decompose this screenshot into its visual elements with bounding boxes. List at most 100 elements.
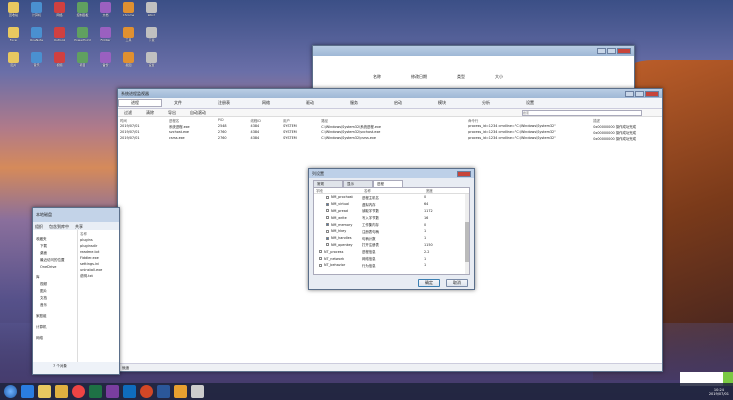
desktop-icon[interactable]: 工具 — [117, 27, 140, 52]
include-library-button[interactable]: 包含到库中 — [49, 224, 69, 229]
desktop-icon[interactable]: PowerPoint — [71, 27, 94, 52]
minimize-button[interactable] — [597, 48, 606, 54]
start-button[interactable] — [4, 385, 17, 398]
checkbox[interactable] — [326, 229, 329, 233]
nav-item[interactable]: 视频 — [33, 281, 77, 288]
address-bar[interactable]: 本地磁盘 — [33, 208, 119, 222]
checkbox[interactable] — [326, 223, 329, 227]
maximize-button[interactable] — [635, 90, 644, 97]
dialog-app-icon[interactable] — [191, 385, 204, 398]
checkbox[interactable] — [326, 236, 329, 240]
outlook-icon[interactable] — [123, 385, 136, 398]
powerpoint-icon[interactable] — [140, 385, 153, 398]
desktop-icon[interactable]: Outlook — [48, 27, 71, 52]
tab-1[interactable]: 文件 — [162, 100, 206, 106]
tab-7[interactable]: 模块 — [426, 100, 470, 106]
checkbox[interactable] — [319, 257, 322, 261]
nav-item[interactable]: 家庭组 — [33, 313, 77, 320]
clear-button[interactable]: 清除 — [146, 110, 154, 116]
nav-item[interactable]: 收藏夹 — [33, 236, 77, 243]
desktop-icon[interactable]: 控制面板 — [71, 2, 94, 27]
field-row[interactable]: NM_pread 读取字节数 1172 — [314, 208, 469, 215]
dialog-tab-1[interactable]: 显示 — [343, 180, 373, 187]
desktop-icon[interactable]: Word — [140, 2, 163, 27]
minimize-button[interactable] — [625, 90, 634, 97]
col-date[interactable]: 修改日期 — [411, 74, 427, 80]
desktop-icon[interactable]: 截图 — [117, 52, 140, 77]
ie-icon[interactable] — [21, 385, 34, 398]
field-row[interactable]: NT_network 网络信息 1 — [314, 255, 469, 262]
tab-3[interactable]: 网络 — [250, 100, 294, 106]
desktop-icon[interactable]: OneNote — [25, 27, 48, 52]
desktop-icon[interactable]: 备份 — [94, 52, 117, 77]
desktop-icon[interactable]: 下载 — [140, 27, 163, 52]
desktop-icon[interactable]: 计算机 — [25, 2, 48, 27]
desktop-icon[interactable]: 网络 — [48, 2, 71, 27]
desktop-icon[interactable]: 图片 — [2, 52, 25, 77]
desktop-icon[interactable]: 项目 — [71, 52, 94, 77]
field-row[interactable]: NM_virtual 虚拟内存 64 — [314, 201, 469, 208]
col-type[interactable]: 类型 — [457, 74, 465, 80]
desktop-icon[interactable]: 文档 — [94, 2, 117, 27]
checkbox[interactable] — [326, 243, 329, 247]
scrollbar[interactable] — [465, 194, 469, 274]
field-row[interactable]: NM_prochost 进程主机名 0 — [314, 194, 469, 201]
col-name[interactable]: 名称 — [373, 74, 381, 80]
field-row[interactable]: NT_behavior 行为信息 1 — [314, 262, 469, 269]
tab-8[interactable]: 分析 — [470, 100, 514, 106]
autoscroll-button[interactable]: 自动滚动 — [190, 110, 206, 116]
tab-0[interactable]: 进程 — [118, 99, 162, 107]
tab-9[interactable]: 设置 — [514, 100, 558, 106]
clock[interactable]: 10:24 2019/07/01 — [709, 388, 729, 396]
monitor-app-icon[interactable] — [174, 385, 187, 398]
field-row[interactable]: NM_openkey 打开注册表 1150 — [314, 242, 469, 249]
nav-item[interactable]: 图片 — [33, 288, 77, 295]
close-button[interactable] — [645, 90, 659, 97]
nav-item[interactable]: 计算机 — [33, 324, 77, 331]
desktop-icon[interactable]: Fiddler — [94, 27, 117, 52]
excel-icon[interactable] — [89, 385, 102, 398]
nav-item[interactable]: 库 — [33, 274, 77, 281]
tab-4[interactable]: 驱动 — [294, 100, 338, 106]
checkbox[interactable] — [326, 195, 329, 199]
explorer-window[interactable]: 本地磁盘 组织 包含到库中 共享 收藏夹 下载 桌面 最近访问的位置 OneDrive 库视频… — [32, 207, 120, 375]
column-settings-dialog[interactable]: 列设置 常规 显示 进程 字段 名称 宽度 NM_prochost 进程主机名 0 NM_vi… — [308, 168, 475, 290]
nav-item[interactable]: OneDrive — [33, 264, 77, 270]
checkbox[interactable] — [326, 216, 329, 220]
field-row[interactable]: NM_hkey 注册表句柄 1 — [314, 228, 469, 235]
checkbox[interactable] — [326, 209, 329, 213]
desktop-icon[interactable]: Chrome — [117, 2, 140, 27]
field-row[interactable]: NM_handles 句柄计数 1 — [314, 235, 469, 242]
field-row[interactable]: NM_write 写入字节数 16 — [314, 214, 469, 221]
field-row[interactable]: NT_process 进程信息 2.2 — [314, 248, 469, 255]
nav-item[interactable]: 网络 — [33, 335, 77, 342]
nav-item[interactable]: 文档 — [33, 295, 77, 302]
nav-item[interactable]: 最近访问的位置 — [33, 257, 77, 264]
dialog-tab-2[interactable]: 进程 — [373, 180, 403, 187]
col-size[interactable]: 大小 — [495, 74, 503, 80]
share-button[interactable]: 共享 — [75, 224, 83, 229]
chrome-icon[interactable] — [72, 385, 85, 398]
desktop-icon[interactable]: 回收站 — [2, 2, 25, 27]
tab-5[interactable]: 服务 — [338, 100, 382, 106]
onenote-icon[interactable] — [106, 385, 119, 398]
file-explorer-icon[interactable] — [38, 385, 51, 398]
maximize-button[interactable] — [607, 48, 616, 54]
checkbox[interactable] — [326, 202, 329, 206]
ok-button[interactable]: 确定 — [418, 279, 440, 287]
checkbox[interactable] — [319, 263, 322, 267]
desktop-icon[interactable]: 视频 — [48, 52, 71, 77]
field-row[interactable]: NM_memory 工作集内存 0 — [314, 221, 469, 228]
word-icon[interactable] — [157, 385, 170, 398]
organize-button[interactable]: 组织 — [35, 224, 43, 229]
dialog-close-button[interactable] — [457, 170, 471, 177]
search-input[interactable] — [522, 109, 642, 116]
close-button[interactable] — [617, 48, 631, 54]
checkbox[interactable] — [319, 250, 322, 254]
file-item[interactable]: 说明.txt — [80, 273, 102, 280]
export-button[interactable]: 导出 — [168, 110, 176, 116]
cancel-button[interactable]: 取消 — [446, 279, 468, 287]
folder-icon[interactable] — [55, 385, 68, 398]
nav-item[interactable]: 桌面 — [33, 250, 77, 257]
tab-2[interactable]: 注册表 — [206, 100, 250, 106]
